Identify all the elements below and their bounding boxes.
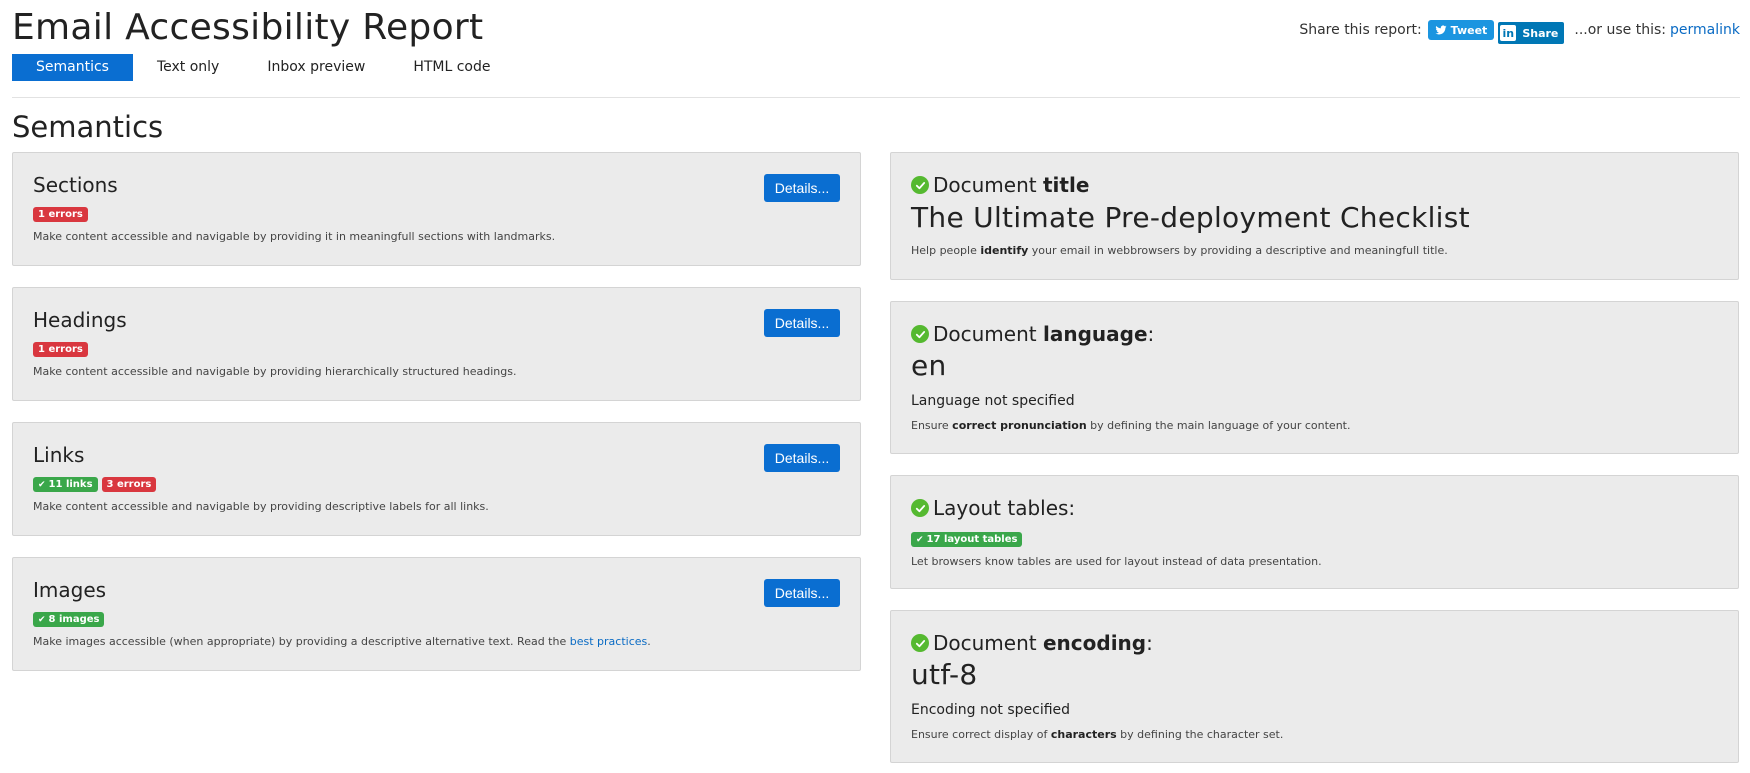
desc-bold: correct pronunciation	[952, 419, 1087, 432]
check-icon: ✔	[38, 614, 46, 625]
desc-text-end: .	[647, 635, 651, 648]
twitter-bird-icon	[1435, 25, 1447, 35]
badge-text: 17 layout tables	[926, 534, 1018, 545]
check-circle-icon	[911, 499, 929, 517]
section-title: Semantics	[12, 110, 164, 144]
success-badge: ✔ 8 images	[33, 612, 105, 627]
title-bold: language	[1042, 322, 1148, 346]
card-description: Help people identify your email in webbr…	[911, 244, 1448, 257]
permalink-link[interactable]: permalink	[1670, 22, 1740, 38]
badge-group: ✔ 17 layout tables	[911, 532, 1023, 547]
card-description: Let browsers know tables are used for la…	[911, 555, 1322, 568]
desc-text-end: by defining the main language of your co…	[1086, 419, 1351, 432]
tweet-button[interactable]: Tweet	[1427, 20, 1495, 40]
or-use-label: ...or use this:	[1574, 22, 1666, 38]
card-document-title: Document title The Ultimate Pre-deployme…	[890, 152, 1739, 280]
card-description: Make images accessible (when appropriate…	[33, 635, 651, 648]
card-title: Headings	[33, 308, 127, 332]
check-icon: ✔	[916, 534, 924, 545]
card-title: Document encoding:	[911, 631, 1153, 655]
card-links: Links Details... ✔ 11 links 3 errors Make…	[12, 422, 861, 536]
desc-text: Ensure correct display of	[911, 728, 1051, 741]
card-document-encoding: Document encoding: utf-8 Encoding not sp…	[890, 610, 1739, 763]
error-badge: 1 errors	[33, 342, 88, 357]
linkedin-share-button[interactable]: in Share	[1498, 22, 1565, 44]
check-circle-icon	[911, 634, 929, 652]
card-description: Ensure correct pronunciation by defining…	[911, 419, 1350, 432]
details-button[interactable]: Details...	[764, 309, 840, 337]
card-title: Sections	[33, 173, 118, 197]
linkedin-icon: in	[1500, 25, 1517, 41]
card-headings: Headings Details... 1 errors Make conten…	[12, 287, 861, 401]
success-badge: ✔ 17 layout tables	[911, 532, 1023, 547]
document-title-value: The Ultimate Pre-deployment Checklist	[911, 201, 1470, 234]
encoding-note: Encoding not specified	[911, 702, 1071, 718]
tab-text-only[interactable]: Text only	[133, 54, 243, 81]
badge-text: 8 images	[48, 614, 100, 625]
check-circle-icon	[911, 176, 929, 194]
error-badge: 1 errors	[33, 207, 88, 222]
badge-group: 1 errors	[33, 342, 88, 357]
title-bold: title	[1042, 173, 1090, 197]
encoding-value: utf-8	[911, 658, 978, 691]
check-icon: ✔	[38, 479, 46, 490]
tab-inbox-preview[interactable]: Inbox preview	[243, 54, 389, 81]
language-note: Language not specified	[911, 393, 1075, 409]
best-practices-link[interactable]: best practices	[570, 635, 648, 648]
card-description: Make content accessible and navigable by…	[33, 500, 489, 513]
card-images: Images Details... ✔ 8 images Make images …	[12, 557, 861, 671]
title-text: Layout tables:	[933, 496, 1076, 520]
desc-text-end: your email in webbrowsers by providing a…	[1028, 244, 1448, 257]
share-label: Share this report:	[1299, 22, 1422, 38]
check-circle-icon	[911, 325, 929, 343]
title-suffix: :	[1146, 631, 1153, 655]
card-document-language: Document language: en Language not speci…	[890, 301, 1739, 454]
card-description: Make content accessible and navigable by…	[33, 365, 517, 378]
title-bold: encoding	[1042, 631, 1147, 655]
title-prefix: Document	[933, 322, 1043, 346]
card-title: Layout tables:	[911, 496, 1075, 520]
card-title: Links	[33, 443, 85, 467]
desc-text: Make images accessible (when appropriate…	[33, 635, 570, 648]
desc-text: Ensure	[911, 419, 953, 432]
details-button[interactable]: Details...	[764, 174, 840, 202]
language-value: en	[911, 349, 947, 382]
badge-text: 11 links	[48, 479, 93, 490]
badge-group: ✔ 11 links 3 errors	[33, 477, 157, 492]
card-description: Ensure correct display of characters by …	[911, 728, 1283, 741]
page-title: Email Accessibility Report	[12, 7, 484, 48]
tweet-label: Tweet	[1450, 23, 1488, 37]
card-title: Document language:	[911, 322, 1154, 346]
tab-html-code[interactable]: HTML code	[389, 54, 514, 81]
badge-group: 1 errors	[33, 207, 88, 222]
success-badge: ✔ 11 links	[33, 477, 98, 492]
details-button[interactable]: Details...	[764, 444, 840, 472]
card-layout-tables: Layout tables: ✔ 17 layout tables Let bro…	[890, 475, 1739, 589]
linkedin-label: Share	[1522, 26, 1559, 40]
card-description: Make content accessible and navigable by…	[33, 230, 556, 243]
tab-bar: Semantics Text only Inbox preview HTML c…	[12, 54, 514, 81]
title-prefix: Document	[933, 631, 1043, 655]
desc-text: Help people	[911, 244, 981, 257]
desc-bold: identify	[980, 244, 1029, 257]
tab-semantics[interactable]: Semantics	[12, 54, 133, 81]
error-badge: 3 errors	[101, 477, 157, 492]
card-sections: Sections Details... 1 errors Make conten…	[12, 152, 861, 266]
divider	[12, 97, 1740, 98]
share-bar: Share this report: Tweet in Share ...or …	[1299, 16, 1740, 44]
badge-group: ✔ 8 images	[33, 612, 105, 627]
card-title: Document title	[911, 173, 1089, 197]
details-button[interactable]: Details...	[764, 579, 840, 607]
card-title: Images	[33, 578, 107, 602]
title-suffix: :	[1147, 322, 1155, 346]
desc-bold: characters	[1050, 728, 1117, 741]
desc-text-end: by defining the character set.	[1116, 728, 1284, 741]
title-prefix: Document	[933, 173, 1043, 197]
